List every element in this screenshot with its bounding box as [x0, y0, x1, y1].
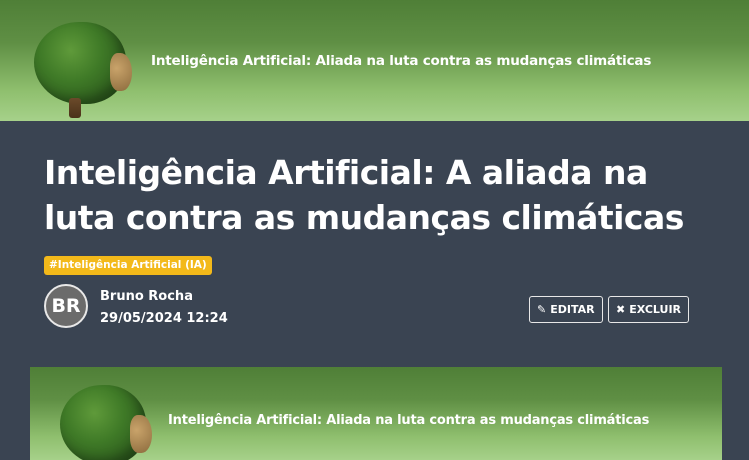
- tree-brain-head-icon: [60, 385, 152, 460]
- cover-banner-title: Inteligência Artificial: Aliada na luta …: [168, 413, 650, 428]
- tree-trunk: [68, 98, 81, 118]
- tree-brain-head-icon: [34, 22, 132, 118]
- cover-image: Inteligência Artificial: Aliada na luta …: [30, 367, 722, 460]
- pencil-icon: ✎: [537, 303, 547, 316]
- close-icon: ✖: [616, 303, 626, 316]
- delete-button-label: EXCLUIR: [629, 303, 682, 316]
- delete-button[interactable]: ✖ EXCLUIR: [608, 296, 689, 323]
- category-tag[interactable]: #Inteligência Artificial (IA): [44, 256, 212, 275]
- edit-button[interactable]: ✎ EDITAR: [529, 296, 603, 323]
- top-banner-title: Inteligência Artificial: Aliada na luta …: [151, 53, 652, 69]
- publish-datetime: 29/05/2024 12:24: [100, 311, 228, 326]
- face-profile: [130, 415, 152, 454]
- article-title: Inteligência Artificial: A aliada na lut…: [44, 153, 684, 237]
- author-name: Bruno Rocha: [100, 289, 193, 304]
- face-profile: [110, 53, 132, 92]
- author-avatar: BR: [44, 284, 88, 328]
- edit-button-label: EDITAR: [550, 303, 595, 316]
- top-banner: Inteligência Artificial: Aliada na luta …: [0, 0, 749, 121]
